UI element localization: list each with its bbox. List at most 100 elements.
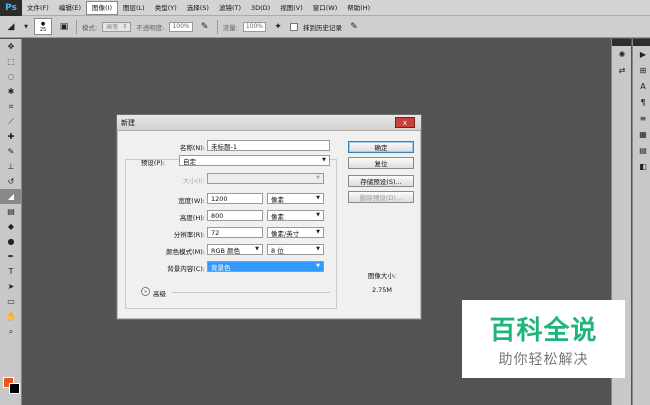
image-size-value: 2.75M bbox=[371, 286, 393, 294]
panel-dock-2: ▶ ⊞ A ¶ ≡ ▦ ▤ ◧ bbox=[632, 39, 650, 405]
zoom-tool-icon[interactable]: ⌕ bbox=[0, 324, 22, 339]
marquee-tool-icon[interactable]: ⬚ bbox=[0, 54, 22, 69]
blur-tool-icon[interactable]: ◆ bbox=[0, 219, 22, 234]
delete-preset-button: 删除预设(D)... bbox=[348, 191, 414, 203]
menu-image[interactable]: 图像(I) bbox=[86, 0, 118, 15]
color-mode-select[interactable]: RGB 颜色 ▼ bbox=[207, 244, 263, 255]
quick-select-tool-icon[interactable]: ✱ bbox=[0, 84, 22, 99]
type-tool-icon[interactable]: T bbox=[0, 264, 22, 279]
chevron-down-icon: ▼ bbox=[322, 157, 326, 163]
pressure-opacity-icon[interactable]: ✎ bbox=[198, 20, 212, 34]
preset-select[interactable]: 自定 ▼ bbox=[179, 155, 330, 166]
pen-tool-icon[interactable]: ✒ bbox=[0, 249, 22, 264]
chevron-down-icon: ▼ bbox=[316, 263, 320, 269]
width-unit-select[interactable]: 像素 ▼ bbox=[267, 193, 324, 204]
height-label: 高度(H): bbox=[179, 214, 205, 222]
paragraph-panel-icon[interactable]: ¶ bbox=[633, 94, 650, 110]
brush-size-value: 25 bbox=[39, 26, 47, 33]
history-panel-icon[interactable]: ▶ bbox=[633, 46, 650, 62]
eraser-tool-icon[interactable]: ◢ bbox=[0, 189, 22, 204]
paths-panel-icon[interactable]: ▤ bbox=[633, 142, 650, 158]
mode-select[interactable]: 画笔 ⇕ bbox=[102, 21, 132, 32]
updown-icon: ⇕ bbox=[122, 23, 128, 30]
gradient-tool-icon[interactable]: ▤ bbox=[0, 204, 22, 219]
width-label: 宽度(W): bbox=[178, 197, 205, 205]
actions-panel-icon[interactable]: ⊞ bbox=[633, 62, 650, 78]
dodge-tool-icon[interactable]: ● bbox=[0, 234, 22, 249]
brush-presets-icon[interactable]: ✺ bbox=[612, 46, 632, 62]
chevron-down-icon: ▼ bbox=[316, 246, 320, 252]
menu-edit[interactable]: 编辑(E) bbox=[54, 0, 86, 16]
properties-panel-icon[interactable]: ◧ bbox=[633, 158, 650, 174]
brush-tool-icon[interactable]: ✎ bbox=[0, 144, 22, 159]
expand-advanced-icon[interactable]: » bbox=[141, 287, 150, 296]
history-checkbox[interactable] bbox=[289, 22, 298, 31]
character-panel-icon[interactable]: A bbox=[633, 78, 650, 94]
crop-tool-icon[interactable]: ⌗ bbox=[0, 99, 22, 114]
menu-type[interactable]: 类型(Y) bbox=[150, 0, 182, 16]
menu-layer[interactable]: 图层(L) bbox=[118, 0, 150, 16]
resolution-input[interactable]: 72 bbox=[207, 227, 263, 238]
background-select[interactable]: 背景色 ▼ bbox=[207, 261, 324, 272]
collapse-bar[interactable] bbox=[633, 39, 650, 46]
menu-select[interactable]: 选择(S) bbox=[182, 0, 214, 16]
bit-depth-select[interactable]: 8 位 ▼ bbox=[267, 244, 324, 255]
menu-file[interactable]: 文件(F) bbox=[22, 0, 54, 16]
width-input[interactable]: 1200 bbox=[207, 193, 263, 204]
width-unit-value: 像素 bbox=[271, 195, 284, 204]
resolution-unit-value: 像素/英寸 bbox=[271, 229, 300, 238]
channels-panel-icon[interactable]: ▦ bbox=[633, 126, 650, 142]
pressure-size-icon[interactable]: ✎ bbox=[347, 20, 361, 34]
collapse-bar[interactable] bbox=[612, 39, 631, 46]
background-label: 背景内容(C): bbox=[167, 265, 205, 273]
ok-button[interactable]: 确定 bbox=[348, 141, 414, 153]
menu-view[interactable]: 视图(V) bbox=[275, 0, 308, 16]
opacity-field[interactable]: 100% bbox=[169, 21, 193, 32]
opacity-label: 不透明度: bbox=[136, 23, 165, 32]
mode-label: 模式: bbox=[82, 23, 98, 32]
resolution-unit-select[interactable]: 像素/英寸 ▼ bbox=[267, 227, 324, 238]
lasso-tool-icon[interactable]: ◌ bbox=[0, 69, 22, 84]
chevron-down-icon: ▼ bbox=[316, 229, 320, 235]
history-brush-tool-icon[interactable]: ↺ bbox=[0, 174, 22, 189]
height-input[interactable]: 800 bbox=[207, 210, 263, 221]
adjustments-icon[interactable]: ⇄ bbox=[612, 62, 632, 78]
history-label: 抹到历史记录 bbox=[302, 23, 342, 32]
eraser-icon[interactable]: ◢ bbox=[4, 20, 18, 34]
preset-value: 自定 bbox=[183, 157, 196, 166]
reset-button[interactable]: 复位 bbox=[348, 157, 414, 169]
menu-filter[interactable]: 滤镜(T) bbox=[214, 0, 246, 16]
advanced-label[interactable]: 高级 bbox=[153, 288, 166, 298]
menu-3d[interactable]: 3D(D) bbox=[246, 0, 275, 16]
height-unit-select[interactable]: 像素 ▼ bbox=[267, 210, 324, 221]
eyedropper-tool-icon[interactable]: ⟋ bbox=[0, 114, 22, 129]
shape-tool-icon[interactable]: ▭ bbox=[0, 294, 22, 309]
layers-panel-icon[interactable]: ≡ bbox=[633, 110, 650, 126]
menu-window[interactable]: 窗口(W) bbox=[308, 0, 343, 16]
flow-field[interactable]: 100% bbox=[242, 21, 266, 32]
name-label: 名称(N): bbox=[179, 144, 205, 152]
size-select: ▼ bbox=[207, 173, 324, 184]
color-mode-value: RGB 颜色 bbox=[211, 246, 241, 255]
chevron-down-icon: ▼ bbox=[316, 212, 320, 218]
airbrush-icon[interactable]: ✦ bbox=[271, 20, 285, 34]
stamp-tool-icon[interactable]: ⊥ bbox=[0, 159, 22, 174]
dialog-titlebar[interactable]: 新建 bbox=[117, 115, 421, 131]
name-input[interactable]: 未标题-1 bbox=[207, 140, 330, 151]
brush-panel-icon[interactable]: ▣ bbox=[57, 20, 71, 34]
size-label: 大小(I): bbox=[182, 177, 205, 185]
menu-help[interactable]: 帮助(H) bbox=[342, 0, 375, 16]
chevron-down-icon: ▼ bbox=[316, 195, 320, 201]
new-document-dialog: 新建 x 名称(N): 未标题-1 预设(P): 自定 ▼ 大小(I): ▼ 宽… bbox=[116, 114, 422, 320]
brush-size-picker[interactable]: ● 25 bbox=[34, 18, 52, 35]
healing-tool-icon[interactable]: ✚ bbox=[0, 129, 22, 144]
chevron-down-icon[interactable]: ▼ bbox=[23, 20, 29, 34]
background-color-swatch[interactable] bbox=[9, 383, 20, 394]
path-select-tool-icon[interactable]: ➤ bbox=[0, 279, 22, 294]
close-button[interactable]: x bbox=[395, 117, 415, 128]
save-preset-button[interactable]: 存储预设(S)... bbox=[348, 175, 414, 187]
divider bbox=[76, 19, 77, 34]
dialog-title: 新建 bbox=[121, 118, 135, 127]
move-tool-icon[interactable]: ✥ bbox=[0, 39, 22, 54]
hand-tool-icon[interactable]: ✋ bbox=[0, 309, 22, 324]
